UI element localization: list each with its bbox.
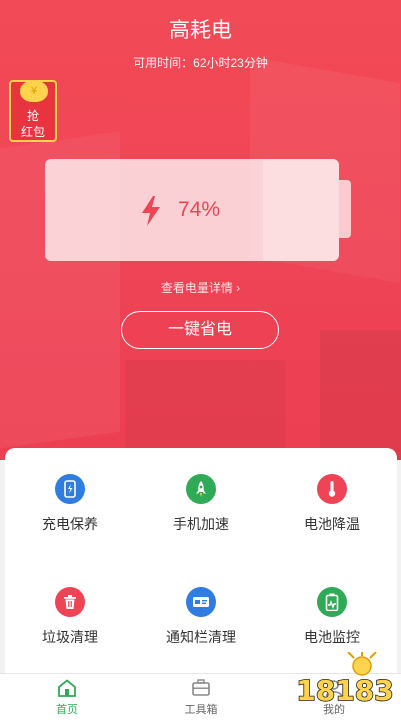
tool-charge-care[interactable]: 充电保养 (5, 474, 135, 534)
trash-icon (55, 587, 85, 617)
charge-care-icon (55, 474, 85, 504)
page-title: 高耗电 (169, 19, 232, 42)
svg-text:18183: 18183 (296, 674, 393, 707)
watermark-logo: 18183 (295, 652, 395, 708)
tool-label: 手机加速 (173, 516, 229, 532)
battery-percent: 74% (178, 198, 221, 221)
coin-icon: ¥ (20, 80, 48, 102)
tab-label: 工具箱 (184, 704, 218, 716)
red-packet-line1: 抢 (26, 109, 39, 123)
tool-notification-clean[interactable]: 通知栏清理 (136, 587, 266, 647)
tool-battery-cool[interactable]: 电池降温 (267, 474, 397, 534)
battery-empty-part (263, 159, 339, 261)
notification-card-icon (186, 587, 216, 617)
tool-label: 充电保养 (42, 516, 98, 532)
tool-label: 通知栏清理 (166, 629, 236, 645)
tool-label: 垃圾清理 (42, 629, 98, 645)
lightning-icon (142, 196, 160, 226)
available-time-value: 62小时23分钟 (193, 56, 268, 70)
rocket-icon (186, 474, 216, 504)
home-icon (58, 679, 76, 697)
tool-label: 电池监控 (304, 629, 360, 645)
tool-battery-monitor[interactable]: 电池监控 (267, 587, 397, 647)
thermometer-icon (317, 474, 347, 504)
tab-label: 首页 (56, 704, 78, 716)
tool-label: 电池降温 (304, 516, 360, 532)
red-packet-button[interactable]: ¥ 抢 红包 (9, 80, 57, 142)
battery-cap (339, 180, 351, 238)
available-time: 可用时间：62小时23分钟 (0, 54, 401, 71)
red-packet-line2: 红包 (20, 125, 45, 139)
battery-monitor-icon (317, 587, 347, 617)
tool-phone-boost[interactable]: 手机加速 (136, 474, 266, 534)
tab-toolbox[interactable]: 工具箱 (134, 679, 268, 717)
toolbox-icon (192, 679, 210, 696)
tool-junk-clean[interactable]: 垃圾清理 (5, 587, 135, 647)
one-key-save-button[interactable]: 一键省电 (121, 311, 279, 349)
tab-home[interactable]: 首页 (0, 679, 134, 717)
available-time-label: 可用时间： (133, 56, 194, 70)
battery-detail-link[interactable]: 查看电量详情 › (0, 279, 401, 296)
